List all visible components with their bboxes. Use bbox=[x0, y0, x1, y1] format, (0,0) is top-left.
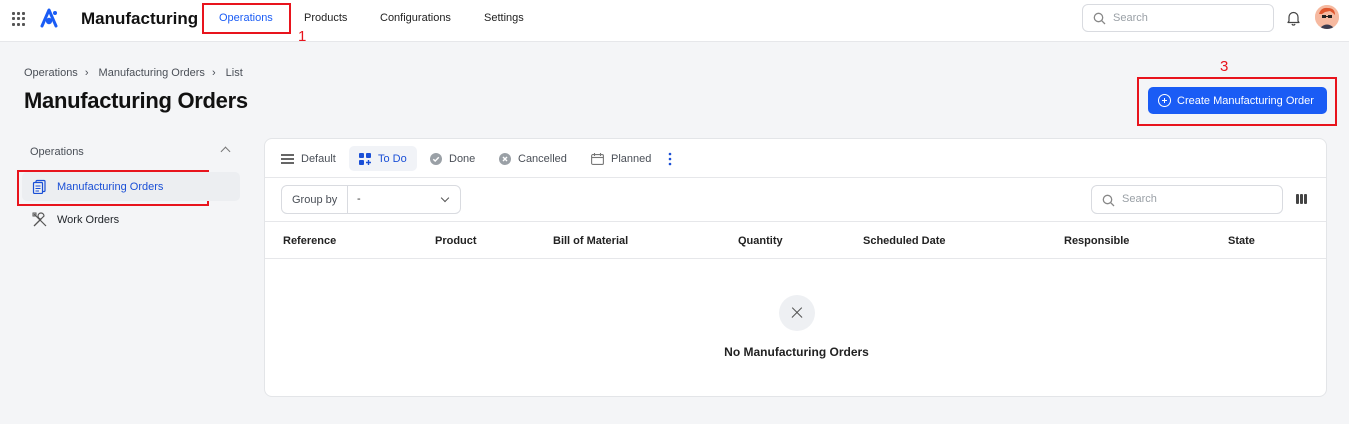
divider bbox=[265, 258, 1326, 259]
column-header-reference[interactable]: Reference bbox=[283, 235, 336, 247]
tab-done[interactable]: Done bbox=[430, 152, 475, 166]
group-by-label: Group by bbox=[292, 194, 338, 206]
nav-configurations[interactable]: Configurations bbox=[380, 12, 451, 24]
todo-grid-icon bbox=[359, 153, 371, 165]
column-header-quantity[interactable]: Quantity bbox=[738, 235, 783, 247]
empty-state-message: No Manufacturing Orders bbox=[724, 345, 869, 359]
divider bbox=[347, 186, 348, 213]
sidebar-item-work-orders[interactable]: Work Orders bbox=[22, 205, 240, 234]
app-logo-icon bbox=[40, 8, 58, 28]
breadcrumb-separator-icon: › bbox=[84, 67, 89, 79]
user-avatar[interactable] bbox=[1315, 5, 1339, 29]
divider bbox=[265, 221, 1326, 222]
search-icon bbox=[1102, 194, 1115, 207]
tab-cancelled-label: Cancelled bbox=[518, 153, 567, 165]
divider bbox=[265, 177, 1326, 178]
create-button-label: Create Manufacturing Order bbox=[1177, 94, 1314, 107]
chevron-up-icon[interactable] bbox=[220, 146, 231, 157]
global-search-input[interactable]: Search bbox=[1082, 4, 1274, 32]
breadcrumb-manufacturing-orders[interactable]: Manufacturing Orders bbox=[99, 67, 205, 79]
notifications-bell-icon[interactable] bbox=[1286, 10, 1301, 26]
breadcrumb: Operations › Manufacturing Orders › List bbox=[24, 67, 250, 79]
list-rows-icon bbox=[281, 154, 294, 164]
search-icon bbox=[1093, 12, 1106, 25]
empty-state-close-icon bbox=[779, 295, 815, 331]
create-manufacturing-order-button[interactable]: Create Manufacturing Order bbox=[1148, 87, 1327, 114]
column-header-bill-of-material[interactable]: Bill of Material bbox=[553, 235, 628, 247]
column-header-responsible[interactable]: Responsible bbox=[1064, 235, 1129, 247]
breadcrumb-operations[interactable]: Operations bbox=[24, 67, 78, 79]
calendar-icon bbox=[591, 153, 604, 165]
list-search-input[interactable]: Search bbox=[1091, 185, 1283, 214]
tab-planned-label: Planned bbox=[611, 153, 652, 165]
cancel-circle-icon bbox=[499, 153, 511, 165]
sidebar-item-label: Manufacturing Orders bbox=[57, 180, 164, 193]
orders-panel: Default To Do Done Cancelled Planned Gro… bbox=[264, 138, 1327, 397]
page-title: Manufacturing Orders bbox=[24, 88, 248, 113]
sidebar-item-manufacturing-orders[interactable]: Manufacturing Orders bbox=[22, 172, 240, 201]
column-header-state[interactable]: State bbox=[1228, 235, 1255, 247]
tab-planned[interactable]: Planned bbox=[591, 152, 651, 166]
global-search-placeholder: Search bbox=[1113, 12, 1148, 24]
columns-toggle-icon[interactable] bbox=[1296, 194, 1307, 204]
clipboard-document-icon bbox=[32, 179, 46, 194]
group-by-select[interactable]: Group by - bbox=[281, 185, 461, 214]
nav-settings[interactable]: Settings bbox=[484, 12, 524, 24]
tab-to-do-label: To Do bbox=[378, 153, 407, 165]
sidebar-section-title: Operations bbox=[30, 146, 84, 158]
tab-cancelled[interactable]: Cancelled bbox=[499, 152, 567, 166]
column-header-product[interactable]: Product bbox=[435, 235, 477, 247]
list-search-placeholder: Search bbox=[1122, 193, 1157, 205]
check-circle-icon bbox=[430, 153, 442, 165]
tab-default-label: Default bbox=[301, 153, 336, 165]
breadcrumb-list: List bbox=[225, 67, 243, 79]
annotation-marker-3: 3 bbox=[1220, 58, 1229, 75]
plus-circle-icon bbox=[1158, 94, 1171, 107]
sidebar-item-label: Work Orders bbox=[57, 213, 120, 226]
app-title: Manufacturing bbox=[81, 9, 199, 28]
chevron-down-icon bbox=[440, 193, 450, 203]
tab-default[interactable]: Default bbox=[281, 152, 336, 166]
annotation-marker-1: 1 bbox=[298, 28, 307, 45]
column-header-scheduled-date[interactable]: Scheduled Date bbox=[863, 235, 946, 247]
nav-products[interactable]: Products bbox=[304, 12, 347, 24]
group-by-value: - bbox=[357, 193, 361, 205]
tools-wrench-icon bbox=[32, 212, 47, 227]
breadcrumb-separator-icon: › bbox=[211, 67, 216, 79]
more-options-icon[interactable] bbox=[668, 152, 672, 166]
tab-done-label: Done bbox=[449, 153, 476, 165]
tab-to-do[interactable]: To Do bbox=[359, 152, 407, 166]
apps-grid-icon[interactable] bbox=[12, 12, 26, 26]
highlight-box-operations bbox=[202, 3, 291, 34]
